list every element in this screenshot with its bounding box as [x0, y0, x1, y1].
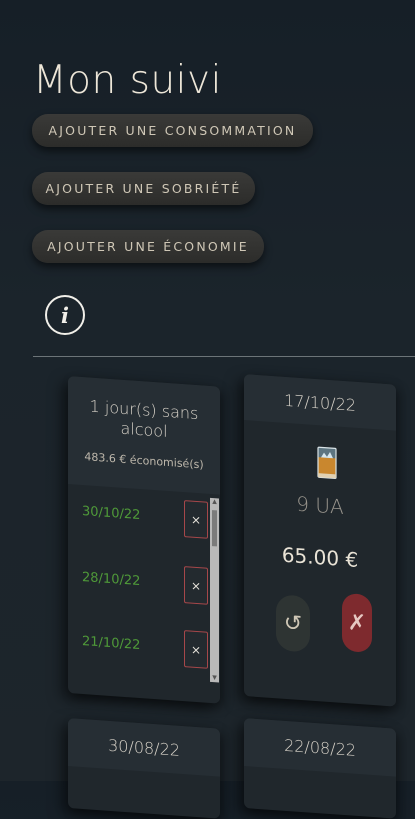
consumption-date: 17/10/22	[244, 374, 396, 431]
consumption-price: 65.00 €	[281, 542, 359, 572]
scrollbar[interactable]: ▲ ▼	[210, 497, 219, 683]
add-saving-button[interactable]: AJOUTER UNE ÉCONOMIE	[32, 230, 264, 263]
consumption-card: 17/10/22 9 UA 65.00 € ↺ ✗	[244, 374, 396, 707]
consumption-date: 30/08/22	[68, 718, 220, 777]
delete-entry-button[interactable]: ×	[184, 500, 208, 539]
page-title: Mon suivi	[33, 58, 222, 103]
list-item: 28/10/22 ×	[82, 559, 208, 605]
list-item: 21/10/22 ×	[82, 623, 208, 669]
sobriety-days-label: 1 jour(s) sans alcool	[89, 396, 199, 441]
alcohol-units: 9 UA	[296, 491, 344, 519]
scroll-down-icon[interactable]: ▼	[211, 674, 218, 681]
delete-entry-button[interactable]: ×	[184, 566, 208, 605]
entry-date: 21/10/22	[82, 633, 141, 654]
info-icon: i	[61, 302, 69, 328]
section-divider	[33, 356, 415, 357]
consumption-card: 30/08/22	[68, 718, 220, 819]
sobriety-card: 1 jour(s) sans alcool 483.6 € économisé(…	[68, 376, 220, 704]
scroll-up-icon[interactable]: ▲	[211, 498, 218, 505]
info-button[interactable]: i	[45, 295, 85, 335]
add-sobriety-button[interactable]: AJOUTER UNE SOBRIÉTÉ	[32, 172, 255, 205]
undo-icon: ↺	[283, 610, 303, 637]
consumption-card: 22/08/22	[244, 718, 396, 819]
sobriety-card-header: 1 jour(s) sans alcool 483.6 € économisé(…	[68, 376, 220, 495]
cross-icon: ✗	[347, 609, 367, 637]
undo-button[interactable]: ↺	[276, 594, 310, 653]
list-item: 30/10/22 ×	[82, 493, 208, 539]
delete-consumption-button[interactable]: ✗	[342, 592, 372, 653]
whisky-glass-icon	[317, 446, 337, 479]
entry-date: 28/10/22	[82, 569, 141, 590]
savings-amount: 483.6 € économisé(s)	[84, 450, 204, 472]
sobriety-entry-list[interactable]: 30/10/22 × 28/10/22 × 21/10/22 × ▲ ▼	[68, 486, 220, 684]
add-consumption-button[interactable]: AJOUTER UNE CONSOMMATION	[32, 114, 313, 147]
entry-date: 30/10/22	[82, 503, 141, 524]
scroll-thumb[interactable]	[212, 510, 217, 547]
delete-entry-button[interactable]: ×	[184, 630, 208, 669]
consumption-date: 22/08/22	[244, 718, 396, 777]
